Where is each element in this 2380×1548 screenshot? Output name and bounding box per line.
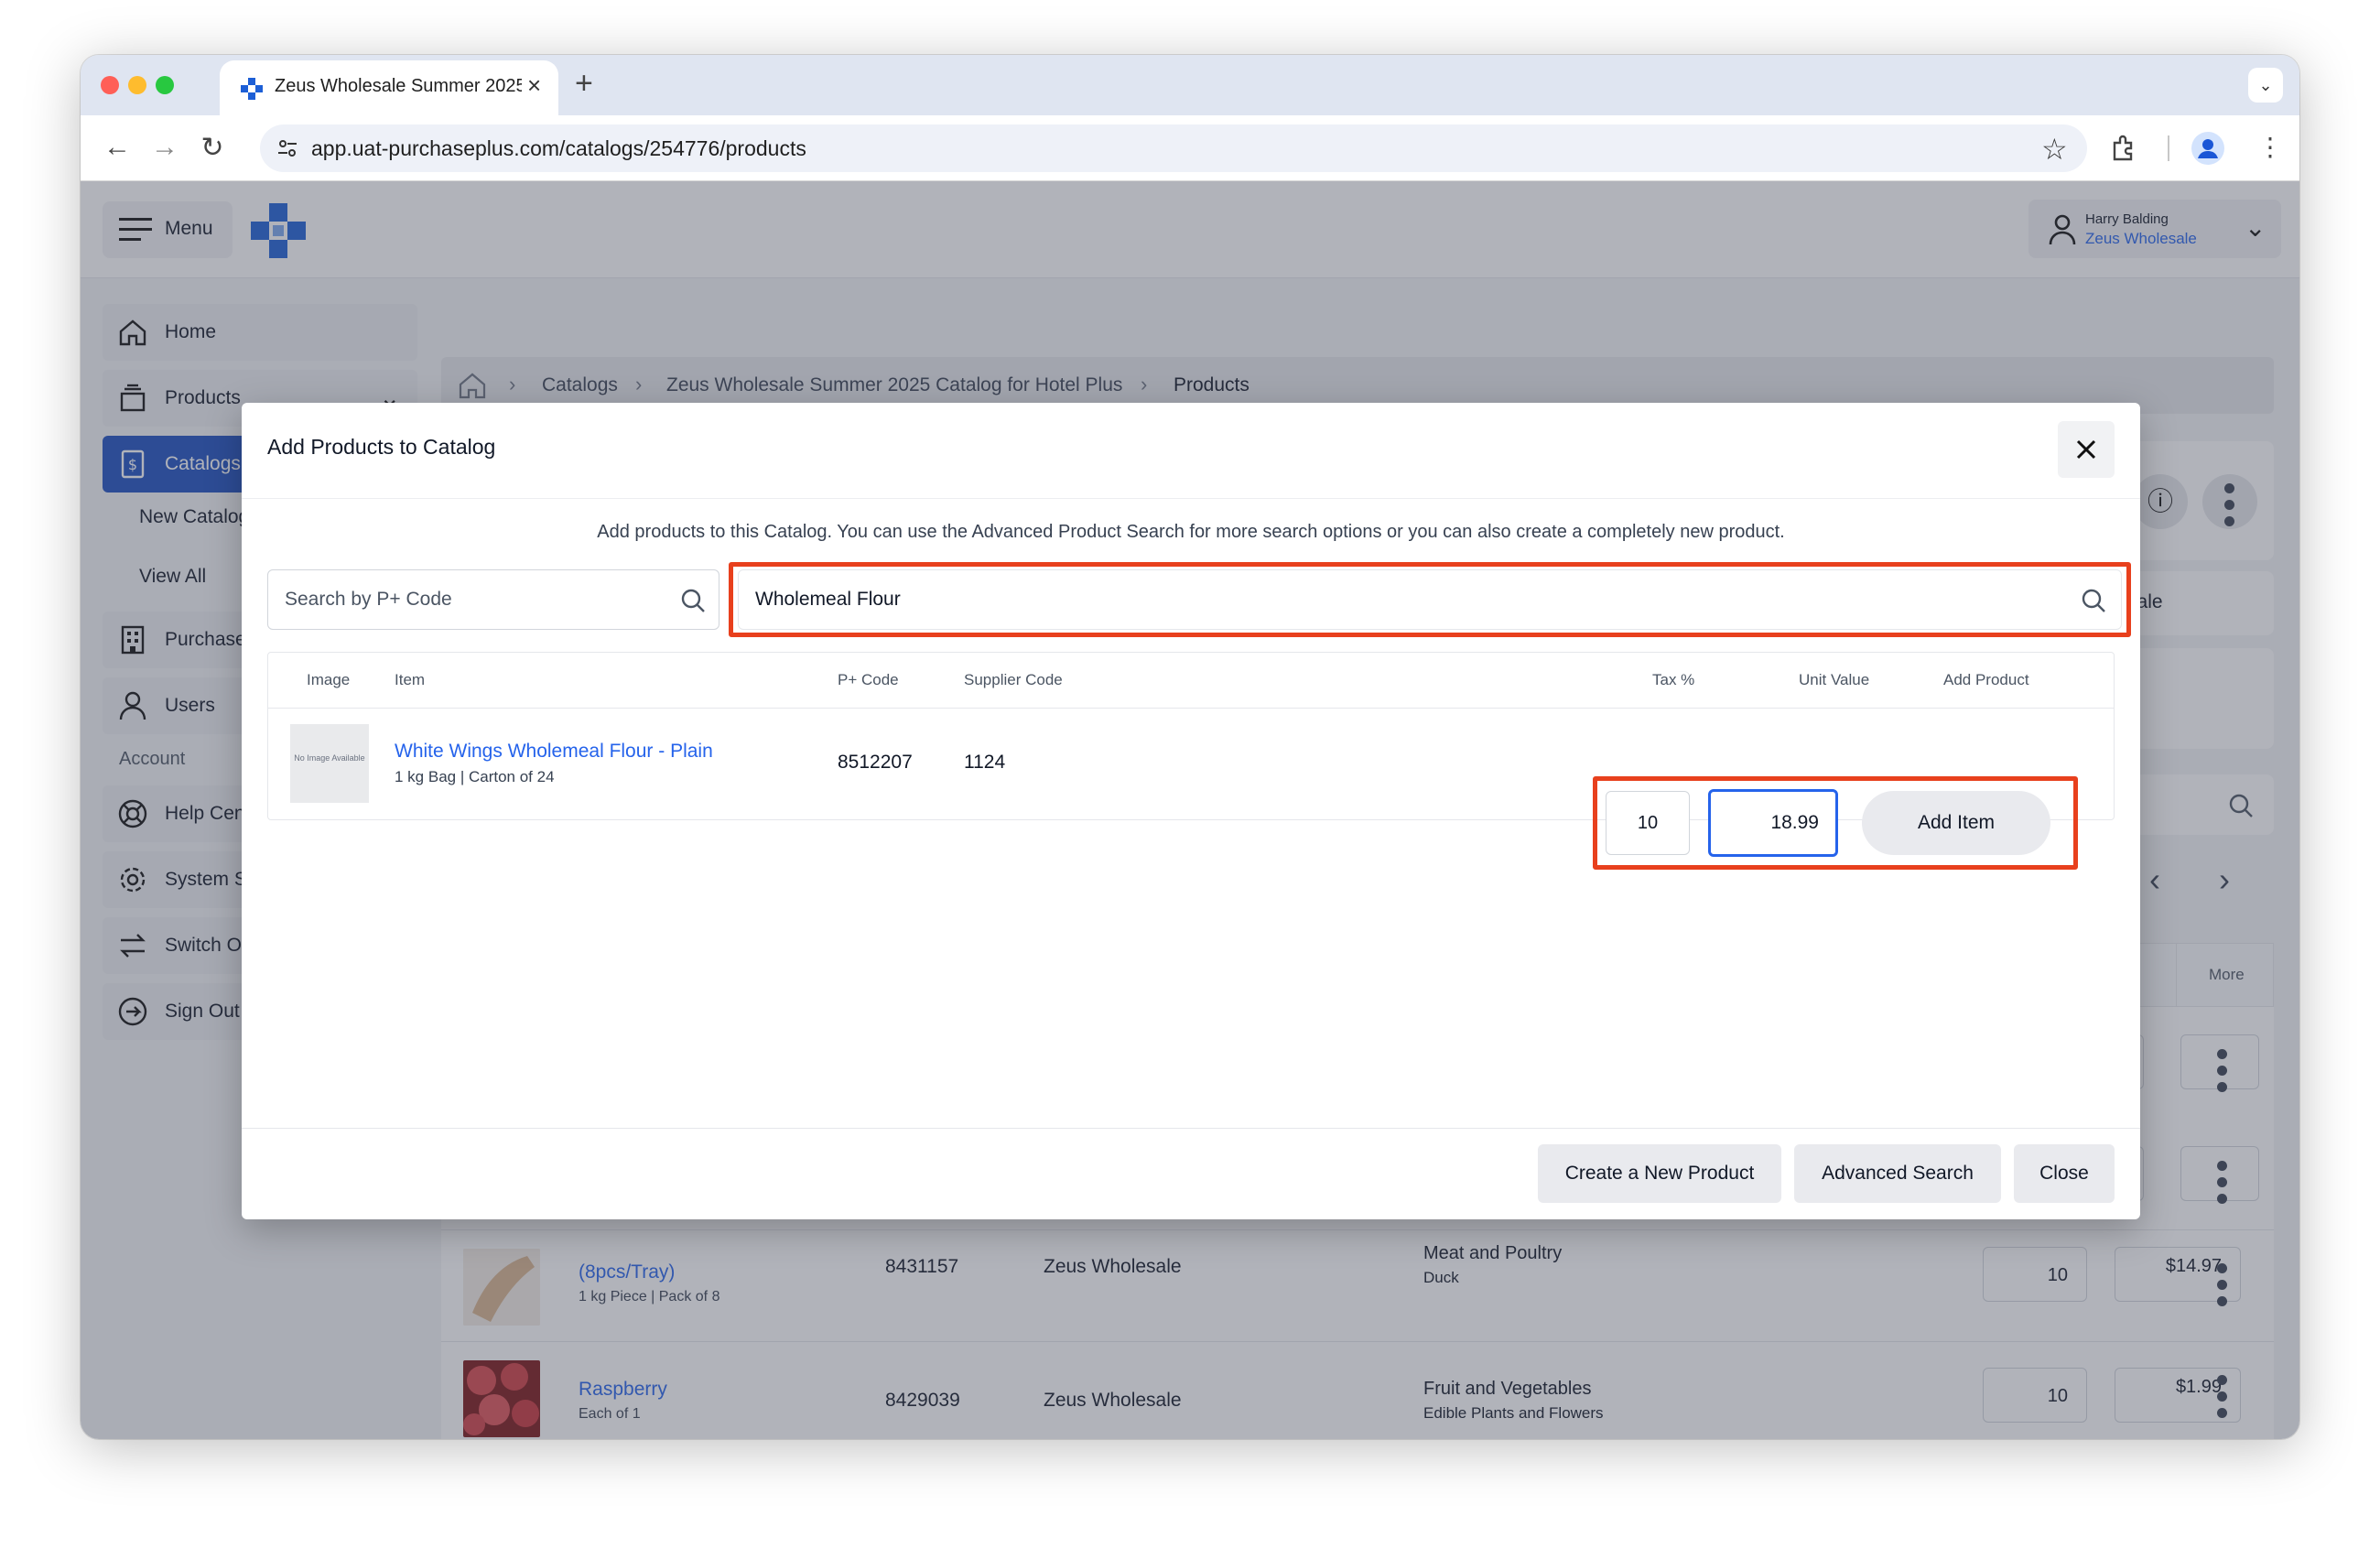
back-arrow-icon[interactable]: ← xyxy=(101,132,134,163)
site-favicon-icon xyxy=(241,78,263,100)
modal-title: Add Products to Catalog xyxy=(267,435,496,459)
toolbar-divider xyxy=(2168,135,2169,161)
pcode-search-field[interactable] xyxy=(267,569,719,630)
close-icon xyxy=(2076,439,2096,460)
no-image-placeholder: No Image Available xyxy=(290,724,369,803)
column-header-supplier-code: Supplier Code xyxy=(964,671,1063,688)
tab-close-icon[interactable]: × xyxy=(527,71,541,100)
column-header-image: Image xyxy=(307,671,351,688)
tab-title: Zeus Wholesale Summer 2025 Catalog for H… xyxy=(275,76,522,96)
modal-footer-divider xyxy=(242,1128,2140,1129)
search-icon[interactable] xyxy=(2081,588,2106,613)
maximize-window-button[interactable] xyxy=(156,76,174,94)
product-meta: 1 kg Bag | Carton of 24 xyxy=(395,768,555,785)
forward-arrow-icon[interactable]: → xyxy=(148,132,181,163)
product-search-input[interactable] xyxy=(755,570,1861,629)
modal-header-divider xyxy=(242,498,2140,499)
browser-menu-icon[interactable]: ⋮ xyxy=(2257,132,2283,162)
tab-search-chevron-icon[interactable]: ⌄ xyxy=(2248,68,2283,103)
product-supplier-code: 1124 xyxy=(964,752,1006,773)
address-bar: ← → ↻ app.uat-purchaseplus.com/catalogs/… xyxy=(81,115,2299,181)
product-search-field[interactable] xyxy=(738,569,2122,630)
column-header-tax: Tax % xyxy=(1652,671,1695,688)
close-button[interactable]: Close xyxy=(2014,1144,2115,1203)
column-header-unit-value: Unit Value xyxy=(1799,671,1870,688)
create-new-product-button[interactable]: Create a New Product xyxy=(1538,1144,1781,1203)
pcode-search-input[interactable] xyxy=(285,570,645,629)
site-settings-icon[interactable] xyxy=(276,137,298,159)
table-header-divider xyxy=(268,708,2114,709)
tax-input[interactable] xyxy=(1606,791,1690,855)
add-products-modal: Add Products to Catalog Add products to … xyxy=(242,403,2140,1219)
product-pcode: 8512207 xyxy=(838,752,913,773)
unit-value-input[interactable] xyxy=(1708,789,1838,857)
url-bar[interactable]: app.uat-purchaseplus.com/catalogs/254776… xyxy=(260,124,2087,172)
extensions-icon[interactable] xyxy=(2109,134,2138,163)
bookmark-star-icon[interactable]: ☆ xyxy=(2041,132,2068,167)
url-text: app.uat-purchaseplus.com/catalogs/254776… xyxy=(311,136,806,160)
product-name-link[interactable]: White Wings Wholemeal Flour - Plain xyxy=(395,741,713,763)
column-header-item: Item xyxy=(395,671,426,688)
close-window-button[interactable] xyxy=(101,76,119,94)
column-header-add-product: Add Product xyxy=(1943,671,2029,688)
profile-avatar-icon[interactable] xyxy=(2191,132,2224,165)
browser-window: Zeus Wholesale Summer 2025 Catalog for H… xyxy=(81,55,2299,1439)
minimize-window-button[interactable] xyxy=(128,76,146,94)
search-icon[interactable] xyxy=(680,588,706,613)
new-tab-icon[interactable]: + xyxy=(575,66,593,102)
advanced-search-button[interactable]: Advanced Search xyxy=(1794,1144,2001,1203)
modal-description: Add products to this Catalog. You can us… xyxy=(597,522,1785,542)
reload-icon[interactable]: ↻ xyxy=(196,132,229,164)
modal-close-button[interactable] xyxy=(2058,421,2115,478)
column-header-pcode: P+ Code xyxy=(838,671,899,688)
tab-bar: Zeus Wholesale Summer 2025 Catalog for H… xyxy=(81,55,2299,115)
add-item-button[interactable]: Add Item xyxy=(1862,791,2050,855)
browser-tab[interactable]: Zeus Wholesale Summer 2025 Catalog for H… xyxy=(220,60,558,115)
